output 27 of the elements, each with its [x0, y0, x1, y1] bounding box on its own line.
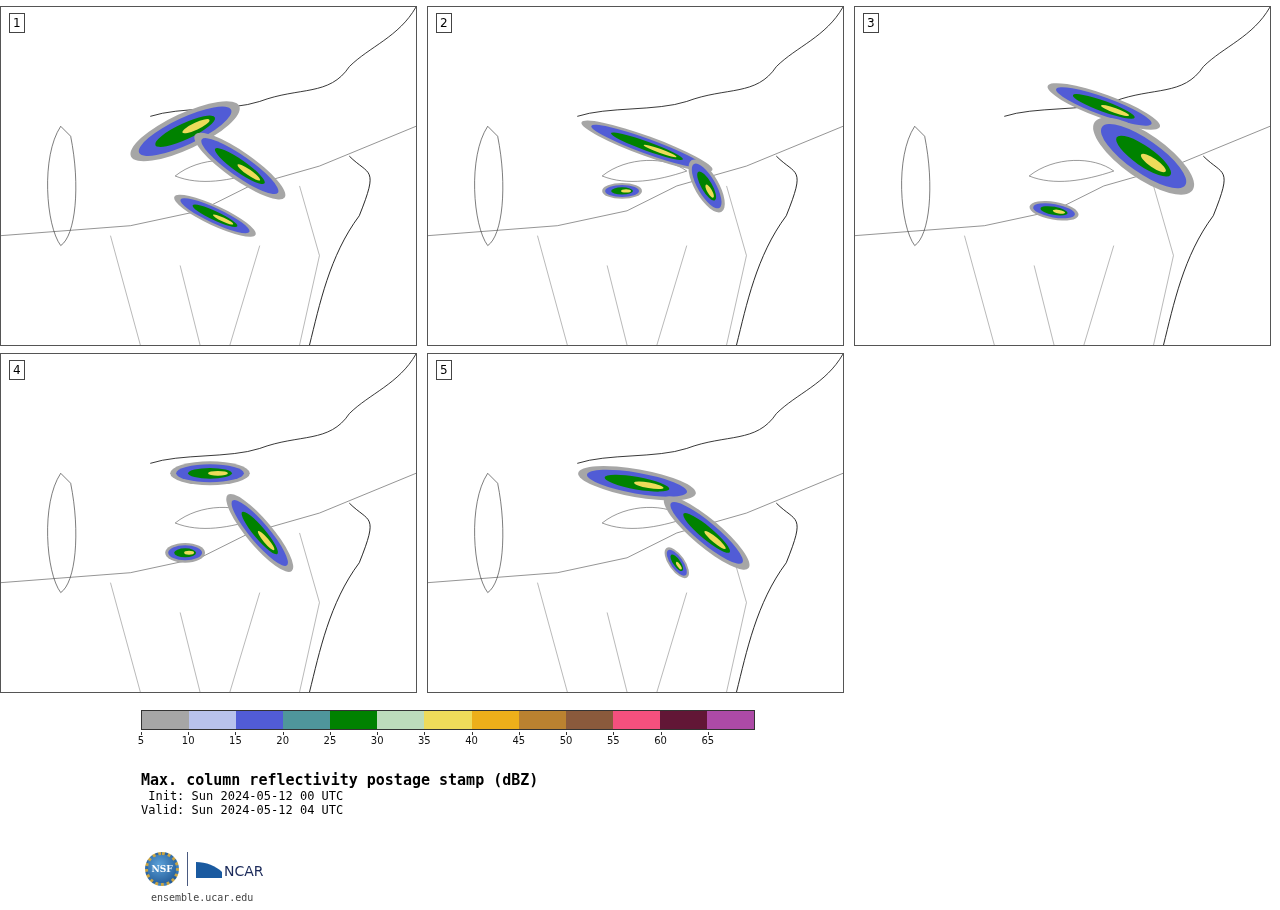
tick-label: 30	[370, 735, 384, 746]
tick-label: 65	[701, 735, 715, 746]
ncar-logo: NCAR	[224, 864, 264, 878]
panel-number: 1	[9, 13, 25, 33]
website-url: ensemble.ucar.edu	[151, 892, 255, 903]
tick-label: 20	[276, 735, 290, 746]
swoosh-icon	[196, 860, 222, 878]
info-value: Sun 2024-05-12 04 UTC	[191, 803, 344, 817]
panel-number: 4	[9, 360, 25, 380]
panel-number: 3	[863, 13, 879, 33]
tick-label: 60	[654, 735, 667, 746]
nsf-logo: NSF	[145, 852, 179, 886]
tick-label: 35	[418, 735, 431, 746]
tick-label: 25	[323, 735, 337, 746]
tick-label: 5	[137, 735, 145, 746]
tick-label: 40	[465, 735, 478, 746]
tick-label: 10	[181, 735, 195, 746]
tick-label: 15	[229, 735, 242, 746]
chart-title: Max. column reflectivity postage stamp (dBZ)	[141, 771, 540, 789]
tick-label: 45	[512, 735, 526, 746]
info-label: Valid:	[141, 803, 185, 817]
panel-number: 2	[436, 13, 452, 33]
tick-label: 55	[606, 735, 620, 746]
tick-label: 50	[559, 735, 573, 746]
info-value: Sun 2024-05-12 00 UTC	[191, 789, 344, 803]
info-label: Init:	[147, 789, 185, 803]
panel-number: 5	[436, 360, 452, 380]
